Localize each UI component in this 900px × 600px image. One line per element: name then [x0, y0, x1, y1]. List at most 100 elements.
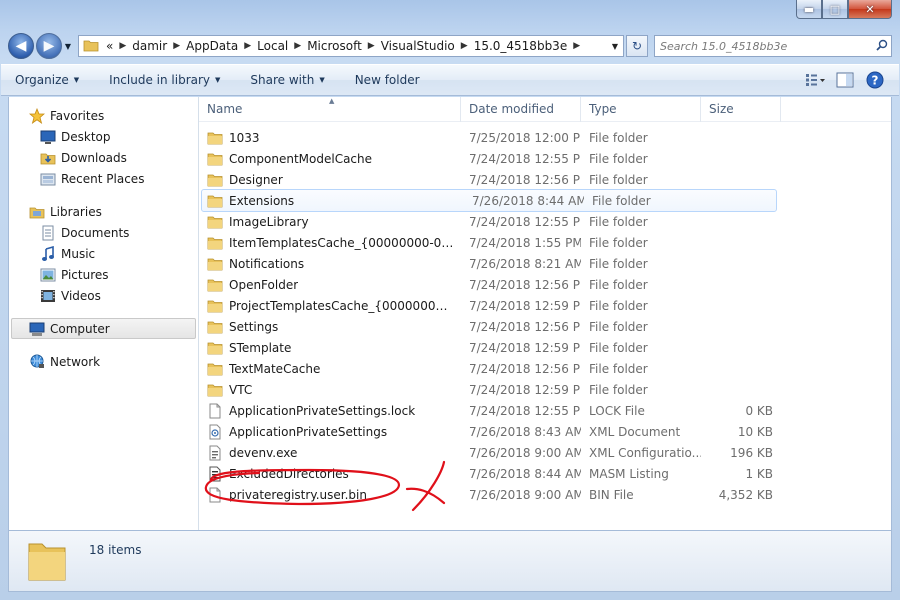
file-date-modified: 7/26/2018 8:21 AM — [469, 256, 581, 271]
breadcrumb-current-folder[interactable]: 15.0_4518bb3e — [471, 39, 571, 53]
breadcrumb-separator-icon[interactable]: ▶ — [116, 41, 129, 51]
include-in-library-menu[interactable]: Include in library ▼ — [109, 73, 220, 87]
maximize-icon: □ — [829, 2, 841, 16]
network-icon — [29, 354, 45, 370]
sidebar-item-desktop[interactable]: Desktop — [9, 126, 198, 147]
caption-buttons: ▬ □ ✕ — [796, 0, 892, 20]
file-name-cell: VTC — [199, 382, 461, 398]
folder-row[interactable]: Notifications 7/26/2018 8:21 AM File folde… — [199, 253, 891, 274]
sidebar-item-label: Desktop — [61, 129, 111, 144]
breadcrumb-separator-icon[interactable]: ▶ — [570, 41, 583, 51]
file-name: VTC — [229, 382, 253, 397]
help-button[interactable]: ? — [863, 69, 887, 91]
breadcrumb-separator-icon[interactable]: ▶ — [241, 41, 254, 51]
folder-row[interactable]: Extensions 7/26/2018 8:44 AM File folder — [201, 189, 777, 212]
sidebar-item-label: Libraries — [50, 204, 102, 219]
address-dropdown-icon[interactable]: ▼ — [607, 36, 623, 56]
close-button[interactable]: ✕ — [848, 0, 892, 19]
file-row[interactable]: ApplicationPrivateSettings.lock 7/24/2018… — [199, 400, 891, 421]
share-with-menu[interactable]: Share with ▼ — [250, 73, 324, 87]
forward-button[interactable]: ▶ — [36, 33, 62, 59]
preview-pane-button[interactable] — [833, 69, 857, 91]
folder-row[interactable]: ImageLibrary 7/24/2018 12:55 PM File folde… — [199, 211, 891, 232]
sidebar-item-network[interactable]: Network — [9, 351, 198, 372]
breadcrumb-overflow[interactable]: « — [103, 39, 116, 53]
network-group: Network — [9, 351, 198, 372]
file-name-cell: ProjectTemplatesCache_{00000000-0000-... — [199, 298, 461, 314]
file-name-cell: Extensions — [202, 193, 464, 209]
breadcrumb-appdata[interactable]: AppData — [183, 39, 241, 53]
sidebar-item-videos[interactable]: Videos — [9, 285, 198, 306]
file-row[interactable]: ApplicationPrivateSettings 7/26/2018 8:43… — [199, 421, 891, 442]
maximize-button[interactable]: □ — [822, 0, 848, 19]
file-name-cell: OpenFolder — [199, 277, 461, 293]
recent-pages-dropdown[interactable]: ▼ — [62, 42, 74, 51]
address-bar[interactable]: « ▶ damir ▶ AppData ▶ Local ▶ Microsoft … — [78, 35, 624, 57]
libraries-icon — [29, 204, 45, 220]
sidebar-item-documents[interactable]: Documents — [9, 222, 198, 243]
breadcrumb-separator-icon[interactable]: ▶ — [170, 41, 183, 51]
folder-row[interactable]: TextMateCache 7/24/2018 12:56 PM File fold… — [199, 358, 891, 379]
file-type: File folder — [592, 193, 651, 208]
desktop-icon — [40, 129, 56, 145]
file-row[interactable]: privateregistry.user.bin 7/26/2018 9:00 A… — [199, 484, 891, 505]
folder-row[interactable]: ProjectTemplatesCache_{00000000-0000-...… — [199, 295, 891, 316]
file-type: File folder — [589, 340, 648, 355]
column-header-size[interactable]: Size — [701, 96, 781, 122]
folder-icon — [207, 382, 223, 398]
sidebar-item-libraries[interactable]: Libraries — [9, 201, 198, 222]
file-name-cell: Settings — [199, 319, 461, 335]
file-name: ApplicationPrivateSettings.lock — [229, 403, 416, 418]
file-size: 10 KB — [737, 424, 773, 439]
file-name: ItemTemplatesCache_{00000000-0000-00... — [229, 235, 454, 250]
file-name: ProjectTemplatesCache_{00000000-0000-... — [229, 298, 454, 313]
file-name-cell: privateregistry.user.bin — [199, 487, 461, 503]
minimize-button[interactable]: ▬ — [796, 0, 822, 19]
breadcrumb-separator-icon[interactable]: ▶ — [365, 41, 378, 51]
sidebar-item-label: Pictures — [61, 267, 109, 282]
sidebar-item-music[interactable]: Music — [9, 243, 198, 264]
file-row[interactable]: ExcludedDirectories 7/26/2018 8:44 AM MASM… — [199, 463, 891, 484]
breadcrumb-damir[interactable]: damir — [129, 39, 170, 53]
folder-row[interactable]: ItemTemplatesCache_{00000000-0000-00... 7… — [199, 232, 891, 253]
folder-icon — [207, 340, 223, 356]
sidebar-item-recent-places[interactable]: Recent Places — [9, 168, 198, 189]
folder-row[interactable]: ComponentModelCache 7/24/2018 12:55 PM Fil… — [199, 148, 891, 169]
folder-row[interactable]: STemplate 7/24/2018 12:59 PM File folder — [199, 337, 891, 358]
column-header-type[interactable]: Type — [581, 96, 701, 122]
organize-menu[interactable]: Organize ▼ — [15, 73, 79, 87]
column-header-date-modified[interactable]: Date modified — [461, 96, 581, 122]
refresh-button[interactable]: ↻ — [626, 35, 648, 57]
sidebar-item-favorites[interactable]: Favorites — [9, 105, 198, 126]
search-input[interactable] — [660, 39, 873, 53]
folder-icon — [207, 214, 223, 230]
folder-row[interactable]: 1033 7/25/2018 12:00 PM File folder — [199, 127, 891, 148]
forward-arrow-icon: ▶ — [43, 38, 55, 54]
file-name-cell: Designer — [199, 172, 461, 188]
sidebar-item-label: Recent Places — [61, 171, 145, 186]
sidebar-item-downloads[interactable]: Downloads — [9, 147, 198, 168]
new-folder-button[interactable]: New folder — [355, 73, 420, 87]
breadcrumb-separator-icon[interactable]: ▶ — [458, 41, 471, 51]
listing-file-icon — [207, 466, 223, 482]
breadcrumb-local[interactable]: Local — [254, 39, 291, 53]
file-date-modified: 7/26/2018 8:44 AM — [472, 193, 584, 208]
sidebar-item-computer[interactable]: Computer — [11, 318, 196, 339]
chevron-down-icon: ▼ — [215, 76, 221, 84]
change-view-button[interactable] — [803, 69, 827, 91]
file-name-cell: 1033 — [199, 130, 461, 146]
folder-row[interactable]: Settings 7/24/2018 12:56 PM File folder — [199, 316, 891, 337]
file-row[interactable]: devenv.exe 7/26/2018 9:00 AM XML Configura… — [199, 442, 891, 463]
search-icon[interactable] — [873, 39, 891, 54]
breadcrumb-separator-icon[interactable]: ▶ — [291, 41, 304, 51]
file-name-cell: devenv.exe — [199, 445, 461, 461]
back-button[interactable]: ◀ — [8, 33, 34, 59]
folder-row[interactable]: Designer 7/24/2018 12:56 PM File folder — [199, 169, 891, 190]
music-icon — [40, 245, 56, 262]
breadcrumb-visualstudio[interactable]: VisualStudio — [378, 39, 458, 53]
folder-row[interactable]: VTC 7/24/2018 12:59 PM File folder — [199, 379, 891, 400]
sidebar-item-pictures[interactable]: Pictures — [9, 264, 198, 285]
folder-row[interactable]: OpenFolder 7/24/2018 12:56 PM File folder — [199, 274, 891, 295]
breadcrumb-microsoft[interactable]: Microsoft — [304, 39, 365, 53]
file-date-modified: 7/24/2018 12:55 PM — [469, 214, 581, 229]
